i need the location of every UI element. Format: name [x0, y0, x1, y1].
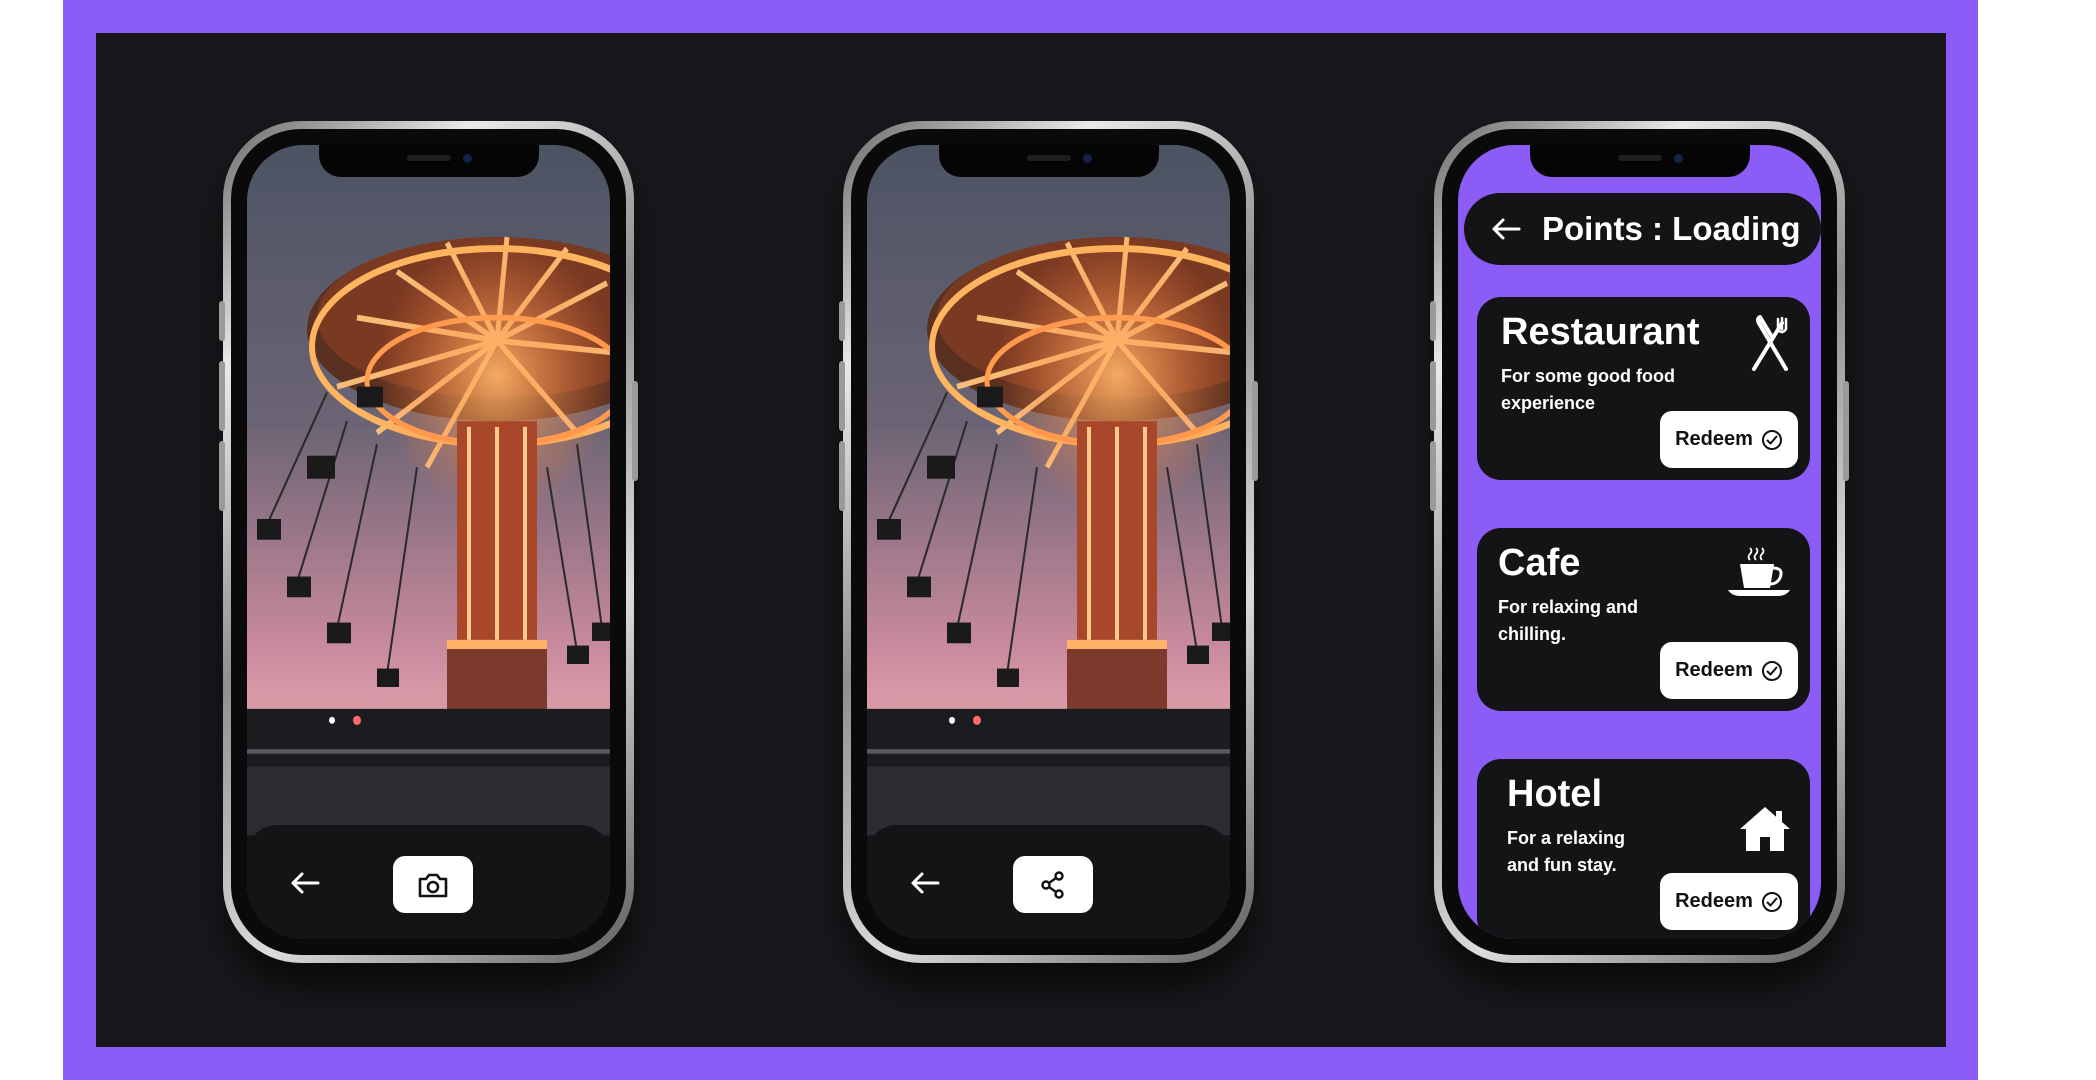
- side-button: [1430, 301, 1436, 341]
- volume-down-button: [219, 441, 225, 511]
- check-circle-icon: [1761, 660, 1782, 681]
- share-button[interactable]: [1013, 856, 1093, 913]
- preview-screen: [867, 145, 1230, 939]
- card-title: Restaurant: [1501, 311, 1700, 353]
- arrow-left-icon: [1492, 218, 1521, 240]
- phone-share: [839, 121, 1258, 963]
- house-icon: [1740, 807, 1790, 851]
- fork-knife-icon: [1752, 315, 1788, 371]
- volume-up-button: [219, 361, 225, 431]
- carousel-photo: [247, 145, 610, 939]
- showcase-stage: Points : Loading Restaurant For some goo…: [96, 33, 1946, 1047]
- capture-button[interactable]: [393, 856, 473, 913]
- phone-notch: [1529, 145, 1750, 177]
- reward-card-hotel: Hotel For a relaxing and fun stay. Redee…: [1477, 759, 1810, 939]
- phone-notch: [318, 145, 539, 177]
- points-title: Points : Loading: [1542, 210, 1801, 247]
- card-description: For a relaxing and fun stay.: [1507, 828, 1626, 875]
- back-button[interactable]: [1486, 211, 1526, 247]
- redeem-label: Redeem: [1675, 890, 1753, 912]
- speaker-grille: [406, 155, 451, 161]
- power-button: [632, 381, 638, 481]
- points-header: Points : Loading: [1464, 193, 1821, 265]
- arrow-left-icon: [291, 872, 320, 894]
- rewards-screen: Points : Loading Restaurant For some goo…: [1458, 145, 1821, 939]
- redeem-label: Redeem: [1675, 428, 1753, 450]
- front-camera: [462, 154, 472, 163]
- outer-frame: Points : Loading Restaurant For some goo…: [63, 0, 1978, 1080]
- redeem-label: Redeem: [1675, 659, 1753, 681]
- volume-up-button: [1430, 361, 1436, 431]
- power-button: [1252, 381, 1258, 481]
- speaker-grille: [1026, 155, 1071, 161]
- side-button: [839, 301, 845, 341]
- phone-camera: [219, 121, 638, 963]
- speaker-grille: [1617, 155, 1662, 161]
- volume-down-button: [1430, 441, 1436, 511]
- power-button: [1843, 381, 1849, 481]
- card-title: Cafe: [1498, 542, 1581, 584]
- front-camera: [1673, 154, 1683, 163]
- card-description: For some good food experience: [1501, 366, 1675, 413]
- back-button[interactable]: [285, 865, 325, 901]
- redeem-button[interactable]: Redeem: [1660, 411, 1798, 468]
- camera-screen: [247, 145, 610, 939]
- redeem-button[interactable]: Redeem: [1660, 642, 1798, 699]
- back-button[interactable]: [905, 865, 945, 901]
- coffee-cup-icon: [1728, 547, 1790, 596]
- reward-card-restaurant: Restaurant For some good food experience…: [1477, 297, 1810, 480]
- arrow-left-icon: [911, 872, 940, 894]
- redeem-button[interactable]: Redeem: [1660, 873, 1798, 930]
- phone-notch: [938, 145, 1159, 177]
- card-title: Hotel: [1507, 773, 1602, 815]
- card-description: For relaxing and chilling.: [1498, 597, 1639, 644]
- reward-card-cafe: Cafe For relaxing and chilling. Redeem: [1477, 528, 1810, 711]
- check-circle-icon: [1761, 429, 1782, 450]
- side-button: [219, 301, 225, 341]
- volume-down-button: [839, 441, 845, 511]
- camera-bottom-bar: [247, 825, 610, 939]
- front-camera: [1082, 154, 1092, 163]
- camera-icon: [418, 873, 448, 897]
- share-icon: [1041, 870, 1064, 899]
- check-circle-icon: [1761, 891, 1782, 912]
- phone-rewards: Points : Loading Restaurant For some goo…: [1430, 121, 1849, 963]
- volume-up-button: [839, 361, 845, 431]
- carousel-photo: [867, 145, 1230, 939]
- preview-bottom-bar: [867, 825, 1230, 939]
